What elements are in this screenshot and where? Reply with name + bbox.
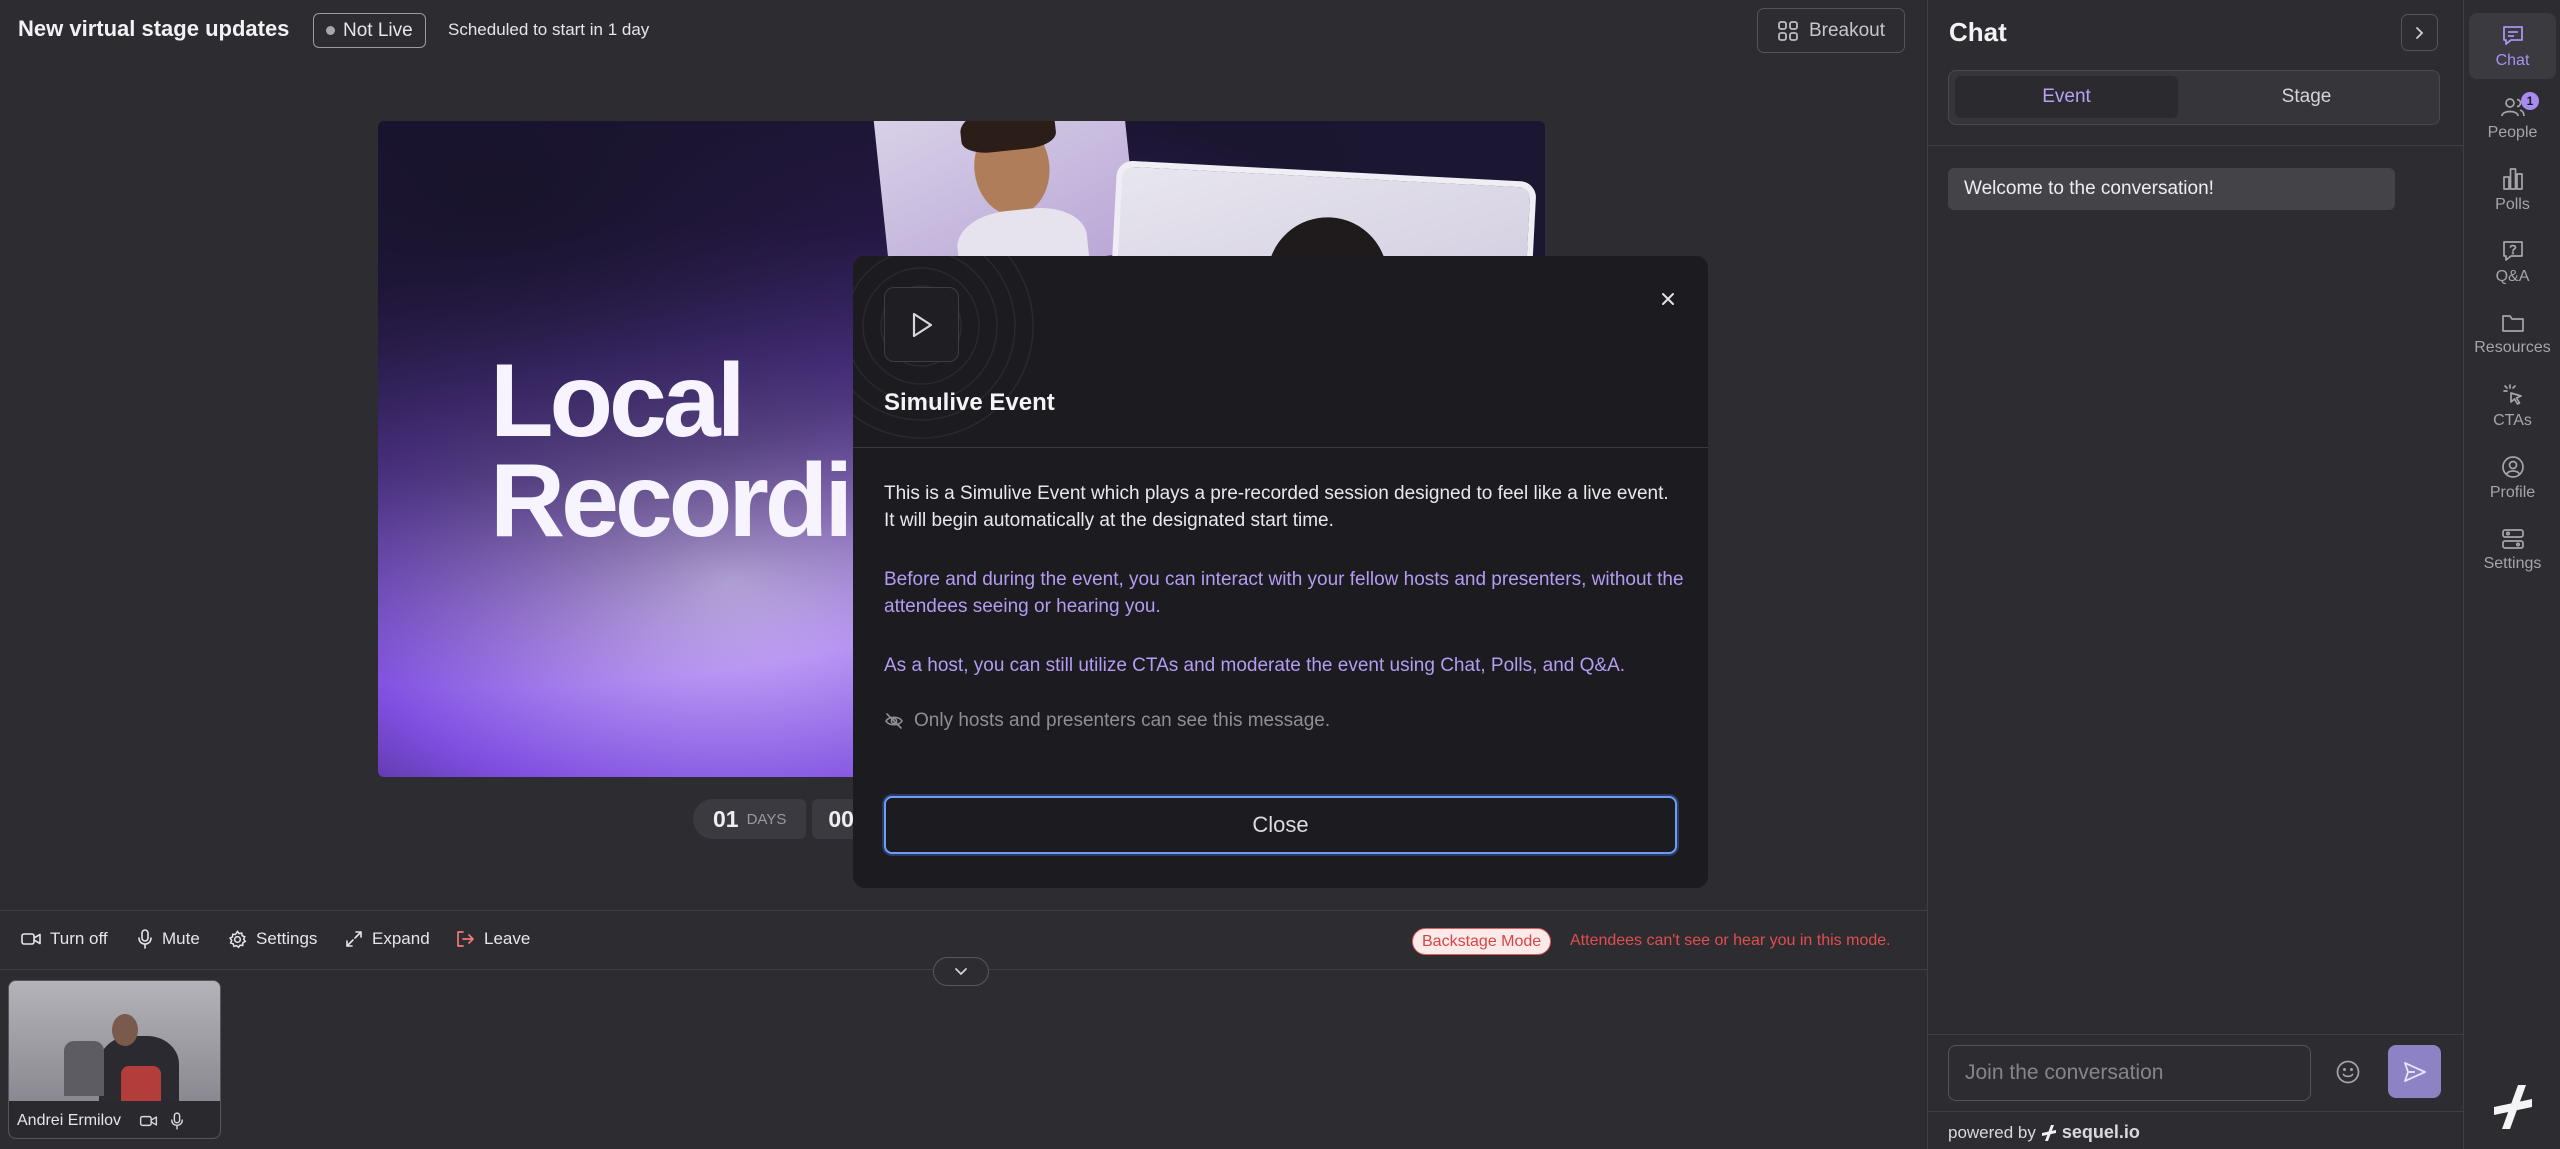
status-dot-icon <box>326 26 335 35</box>
exit-icon <box>455 930 475 948</box>
sequel-logo-icon <box>2041 1124 2056 1141</box>
participant-video <box>9 981 220 1106</box>
mute-button[interactable]: Mute <box>137 929 200 949</box>
tab-stage[interactable]: Stage <box>2195 76 2418 118</box>
chat-panel: Chat Event Stage Welcome to the conversa… <box>1927 0 2463 1149</box>
divider <box>1928 1111 2463 1112</box>
send-icon <box>2403 1061 2427 1083</box>
settings-icon <box>2501 528 2525 550</box>
people-count-badge: 1 <box>2521 92 2539 110</box>
sidebar-item-ctas[interactable]: CTAs <box>2469 373 2556 439</box>
participant-footer: Andrei Ermilov <box>9 1101 220 1138</box>
welcome-message: Welcome to the conversation! <box>1948 168 2395 210</box>
video-camera-icon <box>21 931 41 947</box>
divider <box>1928 1034 2463 1035</box>
expand-button[interactable]: Expand <box>345 929 430 949</box>
sidebar-item-qa[interactable]: Q&A <box>2469 229 2556 295</box>
breakout-label: Breakout <box>1808 19 1886 41</box>
microphone-icon <box>170 1111 184 1130</box>
sequel-logo-icon <box>2494 1085 2532 1129</box>
chat-icon <box>2501 23 2525 47</box>
presenter-photo <box>873 121 1139 279</box>
sidebar-item-resources[interactable]: Resources <box>2469 301 2556 367</box>
modal-title: Simulive Event <box>884 389 1055 416</box>
brand-name[interactable]: sequel.io <box>2062 1122 2140 1143</box>
cursor-click-icon <box>2501 383 2525 407</box>
sidebar-item-people[interactable]: 1 People <box>2469 85 2556 151</box>
play-icon-box <box>884 287 959 362</box>
folder-icon <box>2501 312 2525 334</box>
sidebar-rail: Chat 1 People Polls Q&A Resources CTAs P… <box>2463 0 2560 1149</box>
visibility-note: Only hosts and presenters can see this m… <box>884 710 1330 732</box>
participant-tile[interactable]: Andrei Ermilov <box>8 980 221 1139</box>
chevron-down-icon <box>954 967 968 976</box>
divider <box>853 447 1708 448</box>
smiley-icon <box>2335 1059 2361 1085</box>
participant-name: Andrei Ermilov <box>17 1111 122 1129</box>
backstage-mode-badge: Backstage Mode <box>1412 928 1552 955</box>
modal-interaction-info: Before and during the event, you can int… <box>884 569 1684 617</box>
polls-icon <box>2502 167 2524 191</box>
play-icon <box>908 310 936 340</box>
page-title: New virtual stage updates <box>18 16 290 41</box>
live-status-label: Not Live <box>343 19 413 41</box>
live-status-badge: Not Live <box>313 13 426 48</box>
sidebar-item-settings[interactable]: Settings <box>2469 517 2556 583</box>
simulive-modal: Simulive Event This is a Simulive Event … <box>853 256 1708 888</box>
divider <box>1928 145 2463 146</box>
sidebar-item-chat[interactable]: Chat <box>2469 13 2556 79</box>
modal-description: This is a Simulive Event which plays a p… <box>884 483 1669 531</box>
video-camera-icon <box>139 1114 158 1128</box>
sidebar-item-profile[interactable]: Profile <box>2469 445 2556 511</box>
schedule-text: Scheduled to start in 1 day <box>448 20 650 39</box>
grid-icon <box>1777 20 1799 42</box>
sidebar-item-polls[interactable]: Polls <box>2469 157 2556 223</box>
breakout-button[interactable]: Breakout <box>1757 8 1905 53</box>
collapse-panel-button[interactable] <box>2401 14 2438 51</box>
chat-input[interactable]: Join the conversation <box>1948 1045 2311 1101</box>
chevron-right-icon <box>2415 26 2424 40</box>
leave-button[interactable]: Leave <box>455 929 530 949</box>
expand-icon <box>345 930 363 948</box>
powered-by: powered by sequel.io <box>1948 1122 2140 1143</box>
emoji-button[interactable] <box>2332 1056 2364 1088</box>
countdown-days: 01 DAYS <box>693 799 807 839</box>
turn-off-camera-button[interactable]: Turn off <box>21 929 108 949</box>
stage-headline: Local Recordin <box>490 343 913 559</box>
gear-icon <box>228 929 247 949</box>
send-button[interactable] <box>2388 1045 2441 1098</box>
settings-button[interactable]: Settings <box>228 929 317 949</box>
modal-close-icon[interactable] <box>1652 283 1684 315</box>
modal-host-info: As a host, you can still utilize CTAs an… <box>884 655 1626 676</box>
chat-title: Chat <box>1949 17 2007 47</box>
tab-event[interactable]: Event <box>1955 76 2178 118</box>
eye-off-icon <box>884 711 904 731</box>
profile-icon <box>2501 455 2525 479</box>
collapse-toolbar-button[interactable] <box>933 957 989 986</box>
chat-tabs: Event Stage <box>1948 70 2440 125</box>
microphone-icon <box>137 929 153 949</box>
qa-icon <box>2501 239 2525 263</box>
backstage-message: Attendees can't see or hear you in this … <box>1570 932 1891 949</box>
close-button[interactable]: Close <box>884 796 1677 854</box>
